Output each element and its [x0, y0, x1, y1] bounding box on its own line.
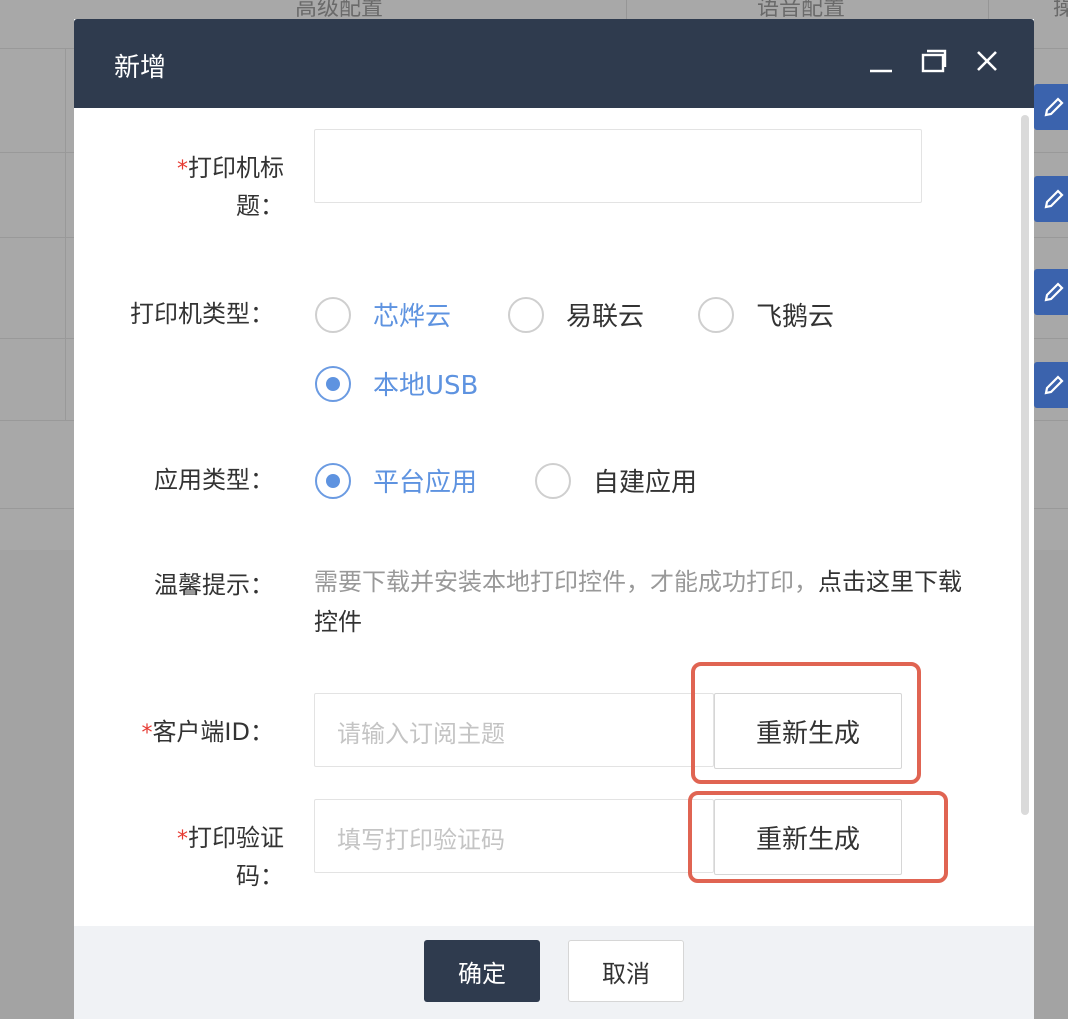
radio-circle [315, 365, 351, 402]
printer-type-label: 打印机类型： [130, 300, 274, 328]
required-mark: * [177, 157, 188, 182]
pencil-icon [1044, 282, 1064, 302]
printer-title-label: *打印机标 题： [177, 154, 284, 220]
tip-text: 需要下载并安装本地打印控件，才能成功打印，点击这里下载控件 [314, 568, 962, 636]
dialog-scrollbar[interactable] [1021, 115, 1029, 815]
confirm-button[interactable]: 确定 [424, 940, 540, 1002]
cancel-button[interactable]: 取消 [568, 940, 684, 1002]
add-dialog: 新增 *打印机标 题： 打印机类型： 芯烨云 易联云 飞鹅云 本地USB 应用类… [74, 19, 1034, 1019]
edit-button[interactable] [1034, 362, 1068, 408]
radio-printer-type-yilian[interactable]: 易联云 [508, 296, 644, 333]
required-mark: * [177, 827, 188, 852]
radio-circle [315, 462, 351, 499]
highlight-box [691, 662, 921, 784]
radio-circle [535, 462, 571, 499]
printer-title-input[interactable] [314, 129, 922, 203]
minimize-icon[interactable] [869, 49, 893, 73]
radio-app-type-custom[interactable]: 自建应用 [535, 462, 697, 499]
radio-printer-type-local-usb[interactable]: 本地USB [315, 365, 478, 402]
highlight-box [688, 791, 948, 883]
radio-circle [508, 296, 544, 333]
dialog-footer: 确定 取消 [74, 926, 1034, 1019]
radio-circle [698, 296, 734, 333]
column-divider [65, 48, 66, 420]
edit-button[interactable] [1034, 84, 1068, 130]
radio-printer-type-feie[interactable]: 飞鹅云 [698, 296, 834, 333]
verify-code-label: *打印验证 码： [177, 824, 284, 890]
dialog-body: *打印机标 题： 打印机类型： 芯烨云 易联云 飞鹅云 本地USB 应用类型： … [74, 108, 1034, 926]
tip-label: 温馨提示： [154, 571, 274, 599]
column-header-operations: 操 [1053, 0, 1068, 21]
verify-code-input[interactable]: 填写打印验证码 [314, 799, 714, 873]
pencil-icon [1044, 189, 1064, 209]
dialog-header: 新增 [74, 19, 1034, 108]
close-icon[interactable] [975, 49, 999, 73]
dialog-title: 新增 [114, 53, 167, 83]
required-mark: * [141, 721, 153, 746]
app-type-label: 应用类型： [154, 466, 274, 494]
radio-app-type-platform[interactable]: 平台应用 [315, 462, 477, 499]
edit-button[interactable] [1034, 176, 1068, 222]
client-id-input[interactable]: 请输入订阅主题 [314, 693, 714, 767]
radio-circle [315, 296, 351, 333]
radio-printer-type-xinye[interactable]: 芯烨云 [315, 296, 451, 333]
edit-button[interactable] [1034, 269, 1068, 315]
pencil-icon [1044, 97, 1064, 117]
client-id-label: *客户端ID： [141, 718, 274, 746]
maximize-icon[interactable] [921, 49, 947, 75]
pencil-icon [1044, 375, 1064, 395]
